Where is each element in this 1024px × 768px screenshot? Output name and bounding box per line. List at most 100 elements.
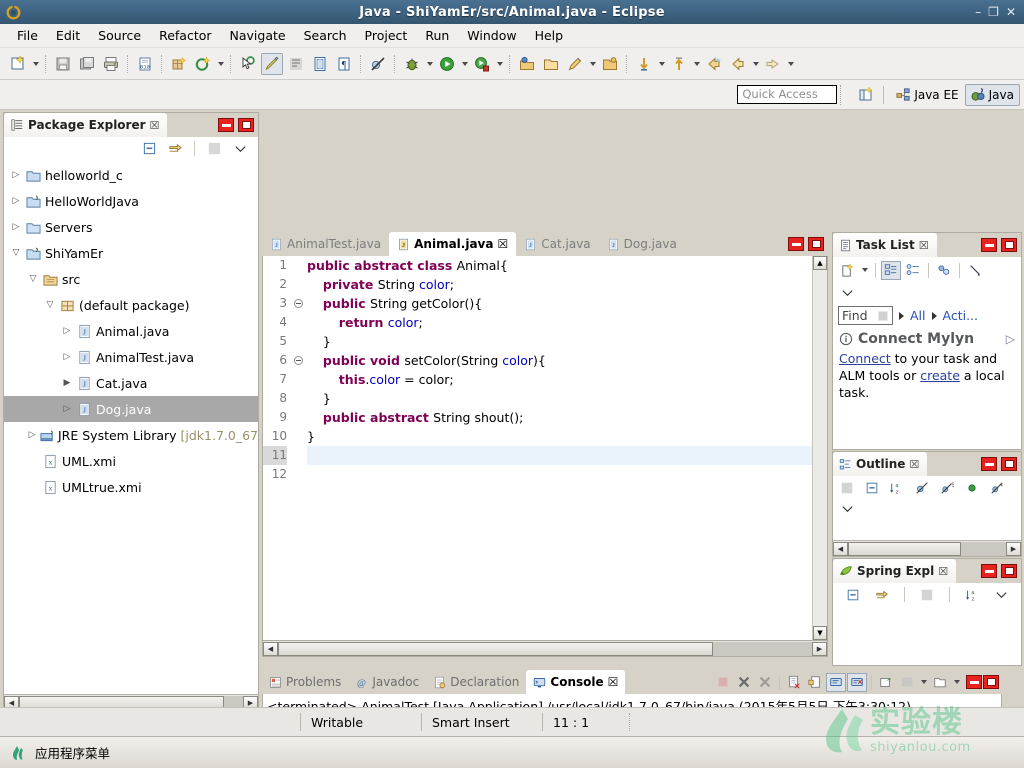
close-button[interactable]: ✕ (1006, 6, 1016, 18)
tab-problems[interactable]: Problems (262, 670, 348, 694)
menu-item-run[interactable]: Run (416, 26, 458, 45)
code-line[interactable]: public abstract String shout(); (307, 408, 812, 427)
save-icon[interactable] (52, 53, 74, 75)
link-with-editor-icon[interactable] (165, 139, 185, 158)
previous-annotation-icon[interactable] (668, 53, 690, 75)
search-icon[interactable] (564, 53, 586, 75)
back-icon[interactable] (703, 53, 725, 75)
editor-hscroll-thumb[interactable] (278, 641, 713, 656)
restore-button[interactable]: ❐ (988, 6, 999, 18)
view-menu-filter-icon[interactable] (204, 139, 224, 158)
show-whitespace-icon[interactable]: ¶ (333, 53, 355, 75)
close-icon[interactable]: ☒ (909, 458, 919, 471)
open-task-icon[interactable] (599, 53, 621, 75)
tab-package-explorer[interactable]: Package Explorer ☒ (4, 113, 168, 137)
collapse-all-icon[interactable] (862, 478, 882, 497)
tab-console[interactable]: Console ☒ (526, 670, 626, 694)
tree-item-default-package[interactable]: ▽ (default package) (4, 292, 258, 318)
code-line[interactable]: } (307, 389, 812, 408)
next-annotation-icon[interactable] (633, 53, 655, 75)
view-menu-icon[interactable] (991, 585, 1011, 604)
expand-twisty-icon[interactable]: ▷ (59, 326, 75, 336)
editor-tab-dog[interactable]: J Dog.java (599, 232, 685, 256)
maximize-view-button[interactable] (1001, 238, 1017, 252)
back-dropdown-icon[interactable] (750, 53, 761, 75)
folding-gutter[interactable] (291, 256, 305, 640)
maximize-editor-button[interactable] (808, 237, 824, 251)
quick-access-input[interactable]: Quick Access (737, 85, 838, 104)
scroll-up-arrow-icon[interactable]: ▲ (813, 256, 827, 270)
scroll-down-arrow-icon[interactable]: ▼ (813, 626, 827, 640)
maximize-view-button[interactable] (1001, 564, 1017, 578)
collapse-twisty-icon[interactable]: ▽ (25, 274, 41, 284)
new-console-view-icon[interactable] (930, 673, 950, 692)
menu-item-help[interactable]: Help (526, 26, 573, 45)
minimize-view-button[interactable] (981, 564, 997, 578)
perspective-java-ee[interactable]: Java EE (890, 84, 964, 106)
open-resource-icon[interactable] (540, 53, 562, 75)
run-icon[interactable] (436, 53, 458, 75)
hide-fields-icon[interactable] (912, 478, 932, 497)
remove-all-terminated-icon[interactable] (755, 673, 775, 692)
previous-annotation-dropdown-icon[interactable] (691, 53, 702, 75)
new-java-package-icon[interactable] (168, 53, 190, 75)
new-wizard-icon[interactable] (7, 53, 29, 75)
tree-item-dog-java[interactable]: ▷ J Dog.java (4, 396, 258, 422)
open-type-icon[interactable] (237, 53, 259, 75)
new-task-dropdown-icon[interactable] (859, 259, 870, 281)
connect-link[interactable]: Connect (839, 351, 891, 366)
scroll-right-arrow-icon[interactable]: ▶ (1006, 541, 1021, 556)
tree-item-servers[interactable]: ▷ Servers (4, 214, 258, 240)
external-tools-icon[interactable] (471, 53, 493, 75)
editor-vscrollbar[interactable]: ▲ ▼ (812, 256, 827, 640)
vscroll-track[interactable] (813, 270, 827, 626)
perspective-java[interactable]: Java (964, 83, 1020, 106)
maximize-console-button[interactable] (983, 675, 999, 689)
hide-local-types-icon[interactable] (987, 478, 1007, 497)
tree-item-shiyamer[interactable]: ▽ ShiYamEr (4, 240, 258, 266)
tree-item-animaltest-java[interactable]: ▷ J AnimalTest.java (4, 344, 258, 370)
categorized-presentation-icon[interactable] (881, 260, 901, 280)
expand-twisty-icon[interactable]: ▷ (8, 196, 24, 206)
annotation-marker-icon[interactable] (261, 52, 283, 75)
fold-collapse-icon[interactable] (291, 351, 305, 370)
tree-item-helloworldjava[interactable]: ▷ HelloWorldJava (4, 188, 258, 214)
outline-content[interactable] (833, 518, 1021, 540)
tree-item-jre-system-library[interactable]: ▷ JRE System Library [jdk1.7.0_67 (4, 422, 258, 448)
outline-hscroll-track[interactable] (848, 541, 1006, 556)
sort-icon[interactable]: az (887, 478, 907, 497)
forward-button-icon[interactable] (762, 53, 784, 75)
outline-hscrollbar[interactable]: ◀ ▶ (833, 540, 1021, 556)
close-icon[interactable]: ☒ (608, 675, 619, 689)
sort-icon[interactable]: az (962, 585, 982, 604)
collapse-all-icon[interactable] (139, 139, 159, 158)
open-console-dropdown-icon[interactable] (918, 671, 929, 693)
expand-twisty-icon[interactable]: ▷ (59, 352, 75, 362)
expand-twisty-icon[interactable]: ▶ (59, 378, 75, 388)
toggle-block-selection-icon[interactable] (309, 53, 331, 75)
focus-on-workweek-icon[interactable] (934, 261, 954, 280)
new-java-class-dropdown-icon[interactable] (215, 53, 226, 75)
minimize-view-button[interactable] (218, 118, 234, 132)
collapse-twisty-icon[interactable]: ▽ (8, 248, 24, 258)
outline-hscroll-thumb[interactable] (848, 541, 961, 556)
tab-spring-explorer[interactable]: Spring Expl ☒ (833, 559, 957, 583)
status-resize-handle[interactable] (629, 713, 637, 731)
tree-item-animal-java[interactable]: ▷ J Animal.java (4, 318, 258, 344)
new-java-class-icon[interactable] (192, 53, 214, 75)
code-line[interactable]: private String color; (307, 275, 812, 294)
menu-item-file[interactable]: File (8, 26, 47, 45)
scroll-right-arrow-icon[interactable]: ▶ (812, 641, 827, 656)
code-line[interactable]: this.color = color; (307, 370, 812, 389)
spring-explorer-content[interactable] (833, 606, 1021, 665)
next-annotation-dropdown-icon[interactable] (656, 53, 667, 75)
source-code-text[interactable]: public abstract class Animal{ private St… (305, 256, 812, 640)
filter-icon[interactable] (917, 585, 937, 604)
code-line[interactable] (307, 446, 812, 465)
view-menu-icon[interactable] (230, 139, 250, 158)
expand-twisty-icon[interactable]: ▷ (8, 222, 24, 232)
collapse-all-icon[interactable] (843, 585, 863, 604)
editor-hscroll-track[interactable] (278, 641, 812, 656)
clear-console-icon[interactable] (784, 673, 804, 692)
task-find-input[interactable]: Find (838, 306, 893, 325)
